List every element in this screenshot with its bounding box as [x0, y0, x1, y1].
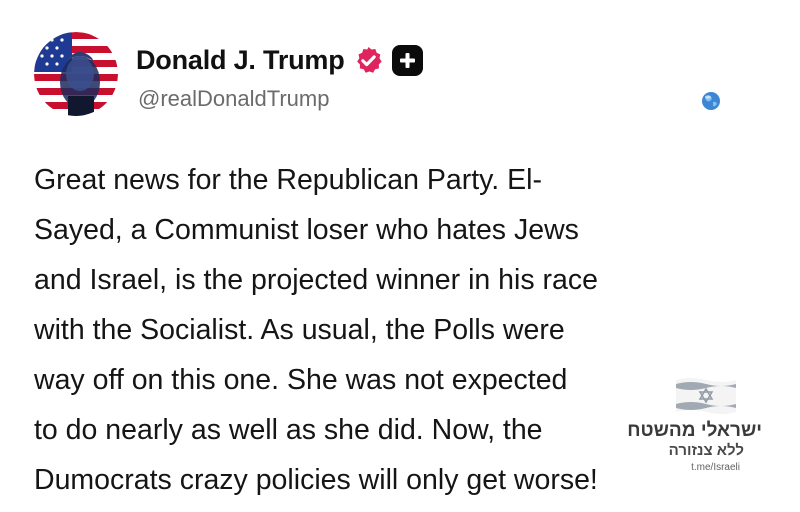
post-text-line: Great news for the Republican Party. El-: [34, 164, 542, 196]
avatar[interactable]: [34, 32, 118, 116]
post-card: Donald J. Trump @realDonaldTrump Great n…: [0, 0, 800, 512]
israel-flag-icon: [676, 376, 736, 416]
watermark-title: ישראלי מהשטח: [627, 420, 762, 441]
post-text-line: with the Socialist. As usual, the Polls …: [34, 314, 565, 346]
verified-badge-icon: [353, 45, 384, 76]
watermark-subtitle: ללא צנזורה: [668, 442, 744, 459]
avatar-image: [34, 32, 118, 116]
author-display-name[interactable]: Donald J. Trump: [136, 45, 345, 76]
watermark-link: t.me/Israeli: [691, 462, 740, 473]
plus-badge-icon: [391, 44, 423, 76]
channel-watermark: ישראלי מהשטח ללא צנזורה t.me/Israeli: [627, 376, 770, 486]
author-name-row: Donald J. Trump: [136, 40, 423, 80]
globe-icon: [701, 91, 721, 111]
post-text-line: Sayed, a Communist loser who hates Jews: [34, 214, 579, 246]
author-handle[interactable]: @realDonaldTrump: [138, 86, 329, 112]
post-text-line: and Israel, is the projected winner in h…: [34, 264, 598, 296]
